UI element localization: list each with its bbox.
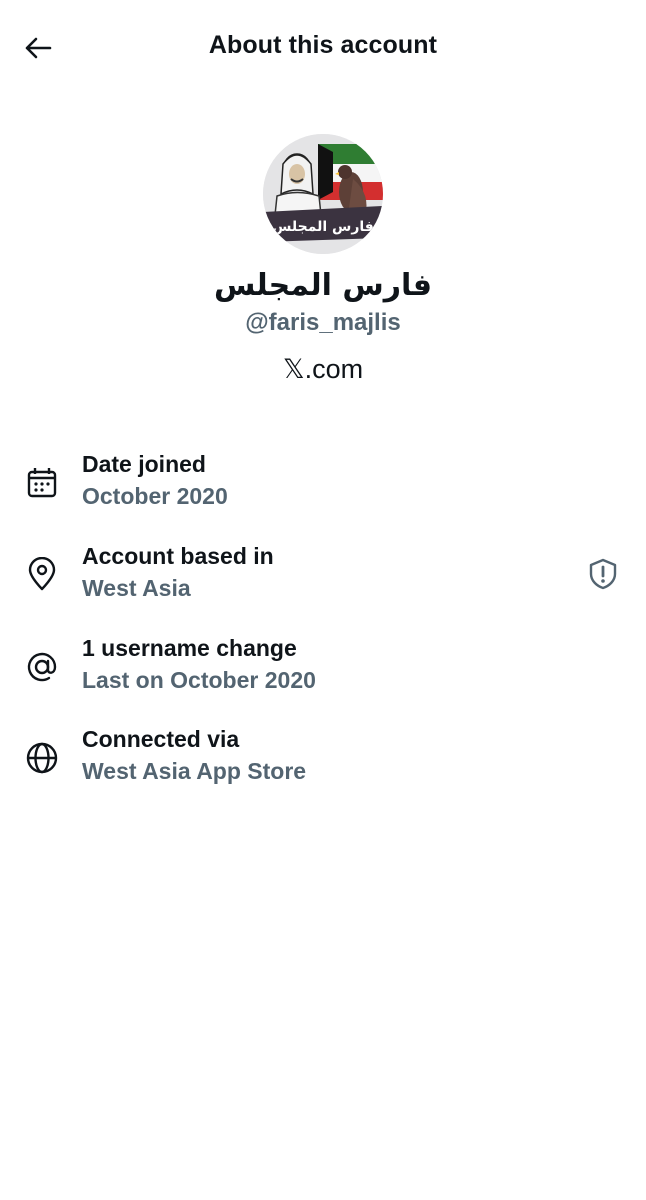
avatar-caption: فارس المجلس — [272, 219, 374, 235]
detail-value: Last on October 2020 — [82, 667, 316, 693]
detail-row-date-joined: Date joined October 2020 — [0, 451, 646, 521]
detail-label: Date joined — [82, 451, 206, 477]
detail-row-account-based-in: Account based in West Asia — [0, 543, 646, 613]
detail-label: Connected via — [82, 726, 240, 752]
avatar[interactable]: فارس المجلس — [263, 134, 383, 254]
display-name: فارس المجلس — [214, 268, 432, 303]
globe-icon — [26, 742, 58, 774]
location-pin-icon — [28, 557, 56, 591]
at-sign-icon — [27, 652, 57, 682]
detail-label: 1 username change — [82, 635, 297, 661]
user-handle: @faris_majlis — [245, 309, 401, 336]
detail-label: Account based in — [82, 543, 274, 569]
detail-value: October 2020 — [82, 483, 228, 509]
detail-value: West Asia — [82, 575, 191, 601]
shield-alert-icon[interactable] — [586, 557, 620, 591]
detail-row-connected-via: Connected via West Asia App Store — [0, 726, 646, 796]
page-title: About this account — [208, 31, 438, 59]
header: About this account — [0, 0, 646, 96]
detail-row-username-change: 1 username change Last on October 2020 — [0, 635, 646, 705]
site-label: 𝕏.com — [282, 354, 364, 384]
detail-value: West Asia App Store — [82, 758, 307, 784]
calendar-icon — [27, 468, 57, 498]
